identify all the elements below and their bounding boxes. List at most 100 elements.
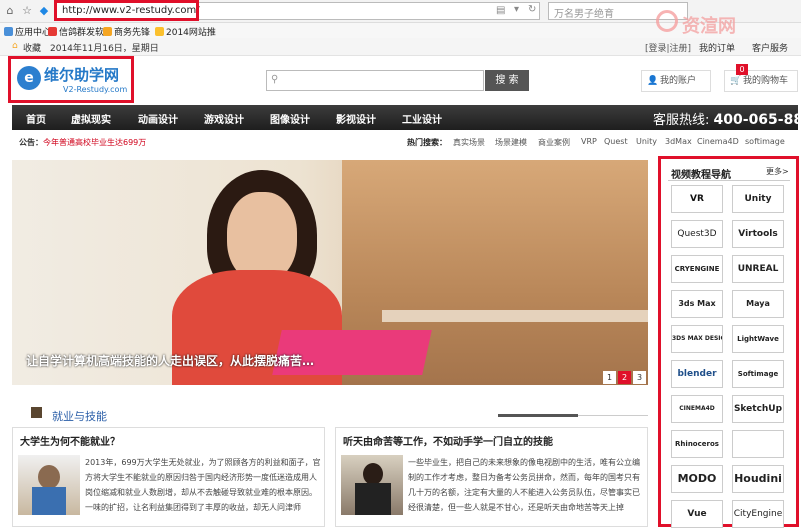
hot-term[interactable]: 场景建模	[495, 137, 527, 148]
bookmark-1[interactable]: 信鸽群发软	[48, 25, 104, 38]
main-nav: 首页 虚拟现实 动画设计 游戏设计 图像设计 影视设计 工业设计 客服热线: 4…	[12, 105, 801, 130]
article-photo-shirt	[32, 487, 66, 515]
article-card[interactable]: 大学生为何不能就业？ 2013年，699万大学生无处就业，为了照顾各方的利益和面…	[12, 427, 325, 527]
bookmark-2[interactable]: 商务先锋	[103, 25, 150, 38]
tile-modo[interactable]: MODO	[671, 465, 723, 493]
tile-cryengine[interactable]: CRYENGINE	[671, 255, 723, 283]
apps-icon	[4, 27, 13, 36]
search-button[interactable]: 搜 索	[485, 70, 529, 91]
article-image[interactable]	[18, 455, 80, 515]
hot-term[interactable]: Cinema4D	[697, 137, 739, 146]
favorite-link[interactable]: 收藏	[23, 41, 41, 54]
notice-bar: 公告： 今年普通高校毕业生达699万 热门搜索： 真实场景 场景建模 商业案例 …	[12, 133, 798, 150]
star-icon[interactable]: ☆	[19, 3, 35, 19]
reader-icon[interactable]: ▤	[496, 5, 505, 16]
banner-page-1[interactable]: 1	[603, 371, 616, 384]
section-tab-active	[498, 414, 578, 417]
tile-unreal[interactable]: UNREAL	[732, 255, 784, 283]
article-photo-person	[38, 465, 60, 489]
tile-sketchup[interactable]: SketchUp	[732, 395, 784, 423]
tile-softimage[interactable]: Softimage	[732, 360, 784, 388]
sidebar-title: 视频教程导航	[671, 170, 731, 181]
hot-term[interactable]: 3dMax	[665, 137, 692, 146]
video-tutorial-nav: 视频教程导航 更多> VR Unity Quest3D Virtools CRY…	[658, 156, 799, 528]
my-account-button[interactable]: 👤 我的账户	[641, 70, 711, 92]
login-link[interactable]: [登录|注册]	[645, 41, 691, 54]
nav-item-image[interactable]: 图像设计	[270, 111, 310, 126]
article-title[interactable]: 听天由命苦等工作，不如动手学一门自立的技能	[343, 433, 553, 448]
url-highlight-box	[54, 0, 199, 21]
article-photo-coat	[355, 483, 391, 515]
tile-blender[interactable]: blender	[671, 360, 723, 388]
section-title: 就业与技能	[52, 410, 107, 423]
refresh-icon[interactable]: ↻	[528, 4, 536, 15]
nav-item-animation[interactable]: 动画设计	[138, 111, 178, 126]
tile-lightwave[interactable]: LightWave	[732, 325, 784, 353]
article-title[interactable]: 大学生为何不能就业？	[20, 433, 120, 448]
nav-item-home[interactable]: 首页	[26, 111, 46, 126]
hot-term[interactable]: 真实场景	[453, 137, 485, 148]
tile-quest3d[interactable]: Quest3D	[671, 220, 723, 248]
tile-vr[interactable]: VR	[671, 185, 723, 213]
hero-banner[interactable]: 让自学计算机高端技能的人走出误区，从此摆脱痛苦… 1 2 3	[12, 160, 648, 385]
tile-cityengine[interactable]: CityEngine	[732, 500, 784, 528]
search-icon: ⚲	[271, 74, 279, 85]
tile-maya[interactable]: Maya	[732, 290, 784, 318]
nav-item-vr[interactable]: 虚拟现实	[71, 111, 111, 126]
hot-term[interactable]: softimage	[745, 137, 785, 146]
hot-search-label: 热门搜索：	[407, 138, 447, 147]
bookmark-3[interactable]: 2014网站推	[155, 25, 216, 38]
tile-blank[interactable]	[732, 430, 784, 458]
tile-3dsmax[interactable]: 3ds Max	[671, 290, 723, 318]
sidebar-divider	[668, 180, 790, 181]
cart-count-badge: 0	[736, 64, 748, 75]
section-tab-line	[578, 415, 648, 416]
article-photo-person	[363, 463, 383, 485]
browser-chrome: ⌂ ☆ ◆ http://www.v2-restudy.com/ ▤ ▾ ↻ 万…	[0, 0, 801, 38]
browser-toolbar: ⌂ ☆ ◆ http://www.v2-restudy.com/ ▤ ▾ ↻ 万…	[0, 0, 801, 22]
bird-icon	[48, 27, 57, 36]
user-icon: 👤	[647, 76, 659, 86]
bookmark-apps[interactable]: 应用中心	[4, 25, 51, 38]
article-summary: 一些毕业生，把自己的未来想象的像电视剧中的生活，唯有公立编制的工作才考虑，整日为…	[408, 458, 640, 512]
tile-vue[interactable]: Vue	[671, 500, 723, 528]
tile-rhinoceros[interactable]: Rhinoceros	[671, 430, 723, 458]
logo-subtitle: V2-Restudy.com	[63, 85, 128, 94]
watermark-icon	[656, 10, 678, 32]
dropdown-icon[interactable]: ▾	[514, 4, 519, 15]
notice-label: 公告：	[19, 138, 43, 147]
tile-virtools[interactable]: Virtools	[732, 220, 784, 248]
banner-page-2[interactable]: 2	[618, 371, 631, 384]
nav-item-game[interactable]: 游戏设计	[204, 111, 244, 126]
hot-term[interactable]: Quest	[604, 137, 628, 146]
logo-icon: e	[17, 66, 41, 90]
tile-unity[interactable]: Unity	[732, 185, 784, 213]
my-orders-link[interactable]: 我的订单	[699, 41, 735, 54]
hot-term[interactable]: Unity	[636, 137, 657, 146]
nav-item-industrial[interactable]: 工业设计	[402, 111, 442, 126]
site-search-input[interactable]: ⚲	[266, 70, 484, 91]
banner-page-3[interactable]: 3	[633, 371, 646, 384]
pioneer-icon	[103, 27, 112, 36]
folder-icon	[155, 27, 164, 36]
tile-houdini[interactable]: Houdini	[732, 465, 784, 493]
article-card[interactable]: 听天由命苦等工作，不如动手学一门自立的技能 一些毕业生，把自己的未来想象的像电视…	[335, 427, 648, 527]
customer-service-link[interactable]: 客户服务	[752, 41, 788, 54]
home-small-icon: ⌂	[12, 41, 18, 51]
watermark-text: 资渲网	[682, 16, 736, 37]
nav-item-film[interactable]: 影视设计	[336, 111, 376, 126]
article-image[interactable]	[341, 455, 403, 515]
notice-link[interactable]: 今年普通高校毕业生达699万	[43, 137, 146, 148]
date-text: 2014年11月16日，星期日	[50, 44, 159, 54]
tile-3dsmax-design[interactable]: 3DS MAX DESIGN	[671, 325, 723, 353]
section-marker-icon	[31, 407, 42, 418]
hot-term[interactable]: VRP	[581, 137, 597, 146]
site-logo[interactable]: e 维尔助学网 V2-Restudy.com	[8, 56, 134, 103]
logo-title: 维尔助学网	[44, 66, 120, 84]
sidebar-more-link[interactable]: 更多>	[766, 166, 789, 177]
site-topbar: ⌂ 收藏 2014年11月16日，星期日 [登录|注册] 我的订单 客户服务	[0, 38, 801, 56]
hot-term[interactable]: 商业案例	[538, 137, 570, 148]
tile-cinema4d[interactable]: CINEMA4D	[671, 395, 723, 423]
home-icon[interactable]: ⌂	[2, 3, 18, 19]
banner-caption[interactable]: 让自学计算机高端技能的人走出误区，从此摆脱痛苦…	[26, 352, 314, 369]
